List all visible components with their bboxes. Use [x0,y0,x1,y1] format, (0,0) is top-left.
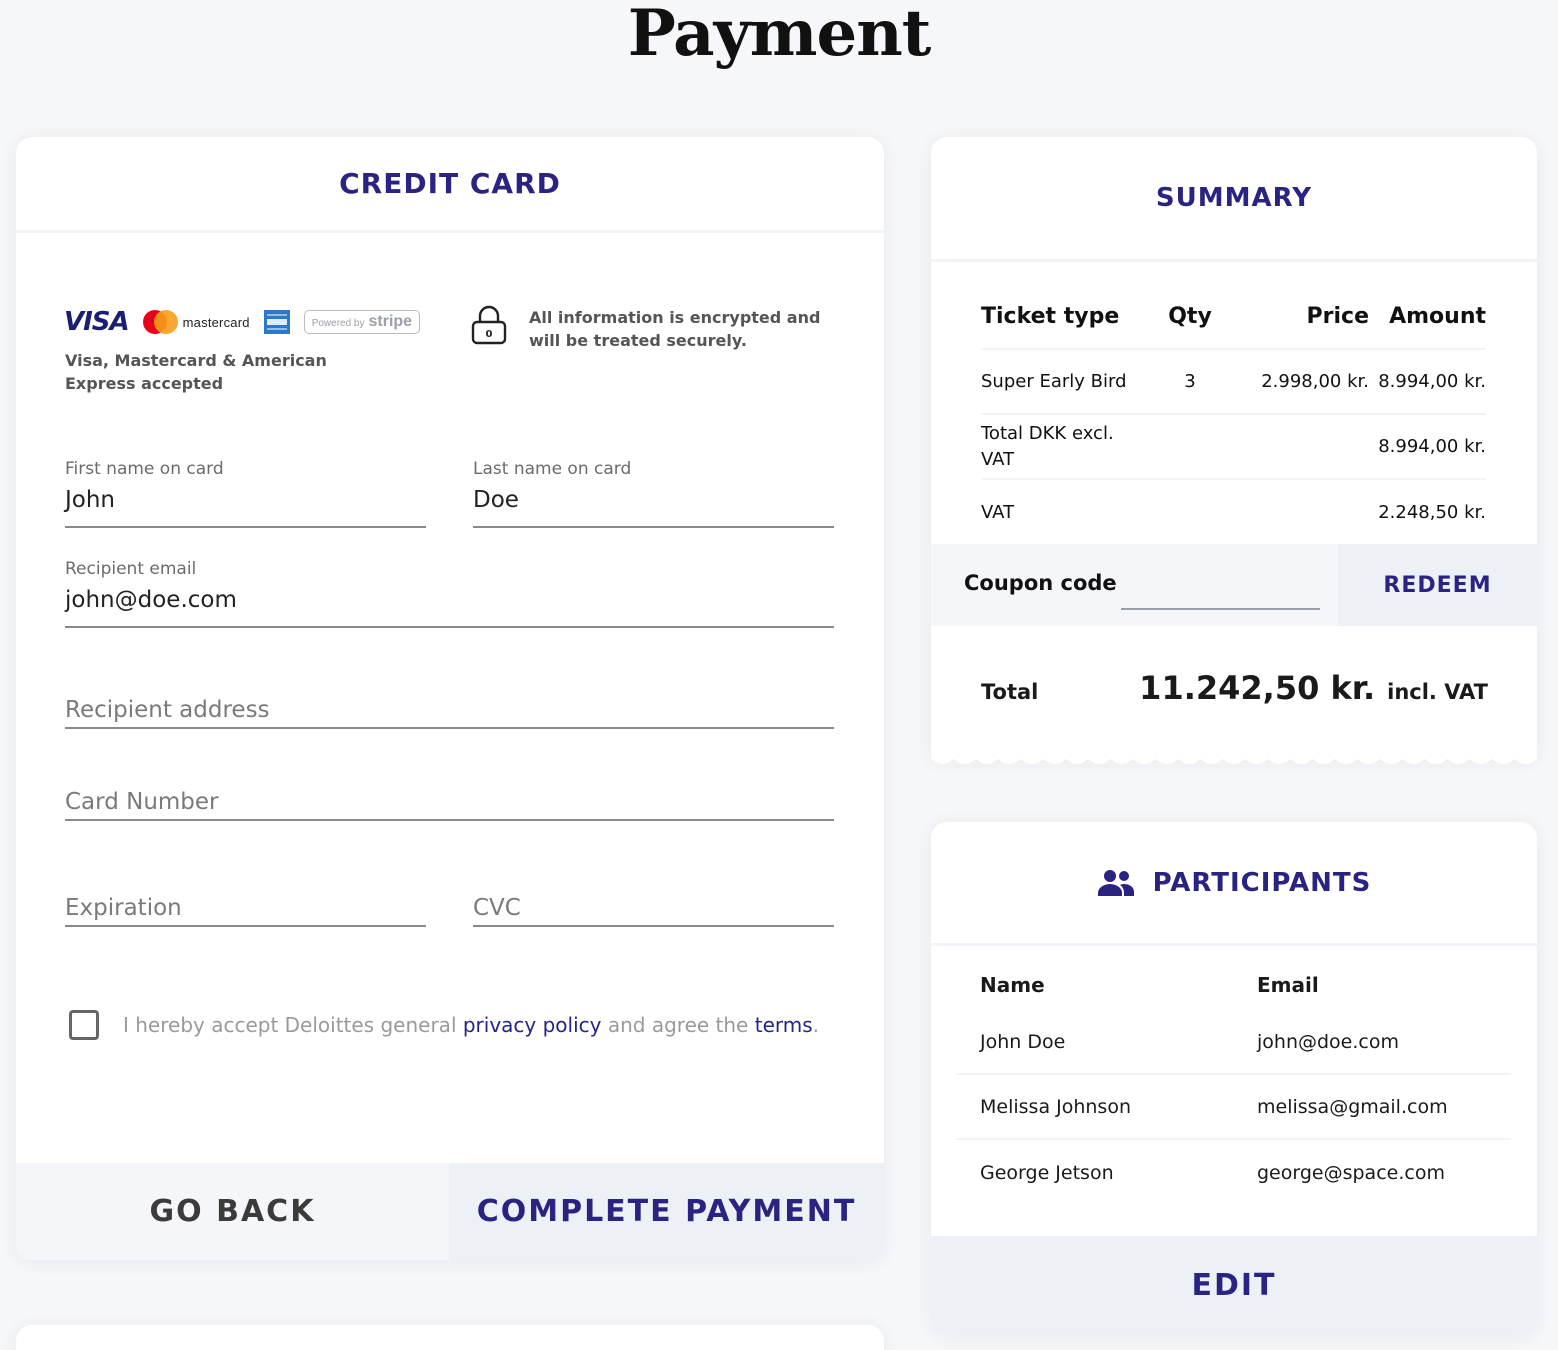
card-number-field[interactable] [65,772,834,821]
summary-table: Ticket type Qty Price Amount Super Early… [981,285,1486,545]
participants-table: Name Email John Doe john@doe.com Melissa… [956,946,1511,1205]
participant-row: George Jetson george@space.com [980,1161,1445,1184]
credit-card-panel: CREDIT CARD VISA mastercard Powered by s… [16,137,884,1260]
participants-heading-text: PARTICIPANTS [1152,867,1372,898]
total-row: Total 11.242,50 kr. incl. VAT [981,669,1488,707]
summary-heading: SUMMARY [931,137,1537,262]
terms-link[interactable]: terms [755,1013,813,1037]
credit-card-heading: CREDIT CARD [16,137,884,233]
terms-text: I hereby accept Deloittes general privac… [123,1013,820,1037]
accepted-cards-text: Visa, Mastercard & American Express acce… [65,351,327,393]
summary-row: Total DKK excl. VAT 8.994,00 kr. [981,415,1486,480]
col-qty: Qty [1168,304,1212,329]
edit-participants-button[interactable]: EDIT [931,1236,1537,1334]
receipt-scallop-edge [931,757,1537,764]
col-name: Name [980,973,1045,997]
privacy-policy-link[interactable]: privacy policy [463,1013,602,1037]
complete-payment-button[interactable]: COMPLETE PAYMENT [449,1163,884,1260]
expiration-field[interactable] [65,877,426,927]
recipient-address-input[interactable] [65,697,834,723]
svg-text:0: 0 [486,329,493,340]
visa-logo-icon: VISA [64,307,130,337]
summary-header-row: Ticket type Qty Price Amount [981,285,1486,350]
col-price: Price [1306,304,1369,329]
col-email: Email [1257,973,1319,997]
participants-heading: PARTICIPANTS [931,822,1537,946]
go-back-button[interactable]: GO BACK [16,1163,449,1260]
mastercard-wordmark: mastercard [182,314,250,330]
coupon-field: Coupon code [931,544,1338,626]
coupon-code-label: Coupon code [964,571,1117,595]
powered-by-stripe-badge: Powered by stripe [303,310,421,334]
mastercard-logo-icon: mastercard [142,310,250,334]
total-unit: incl. VAT [1387,680,1488,704]
recipient-email-value[interactable]: john@doe.com [65,587,237,613]
summary-row: VAT 2.248,50 kr. [981,501,1486,524]
col-ticket-type: Ticket type [981,303,1120,329]
recipient-address-field[interactable] [65,677,834,729]
participants-panel: PARTICIPANTS Name Email John Doe john@do… [931,822,1537,1334]
terms-agreement: I hereby accept Deloittes general privac… [69,1010,819,1040]
total-label: Total [981,680,1039,704]
total-value: 11.242,50 kr. [1139,669,1376,707]
summary-panel: SUMMARY Ticket type Qty Price Amount Sup… [931,137,1537,764]
first-name-field[interactable]: First name on card John [65,455,426,528]
last-name-label: Last name on card [473,459,632,479]
participant-row: John Doe john@doe.com [956,1010,1511,1075]
expiration-input[interactable] [65,895,426,921]
coupon-section: Coupon code REDEEM [931,544,1537,626]
coupon-code-input[interactable] [1121,580,1320,610]
col-amount: Amount [1389,304,1486,329]
security-notice: 0 All information is encrypted and will … [471,305,829,352]
summary-row: Super Early Bird 3 2.998,00 kr. 8.994,00… [981,350,1486,415]
redeem-button[interactable]: REDEEM [1338,544,1537,626]
participants-header-row: Name Email [956,946,1511,1010]
amex-logo-icon [263,310,290,334]
card-brand-logos: VISA mastercard Powered by stripe [64,307,421,337]
people-icon [1097,869,1134,896]
recipient-email-label: Recipient email [65,559,197,579]
recipient-email-field[interactable]: Recipient email john@doe.com [65,555,834,628]
page-title: Payment [627,0,932,71]
payment-actions: GO BACK COMPLETE PAYMENT [16,1163,884,1260]
accept-terms-checkbox[interactable] [69,1010,99,1040]
first-name-label: First name on card [65,459,224,479]
cvc-field[interactable] [473,877,834,927]
participant-row: Melissa Johnson melissa@gmail.com [956,1075,1511,1140]
lock-icon: 0 [471,305,507,345]
cvc-input[interactable] [473,895,834,921]
first-name-value[interactable]: John [65,487,115,513]
last-name-value[interactable]: Doe [473,487,519,513]
last-name-field[interactable]: Last name on card Doe [473,455,834,528]
card-number-input[interactable] [65,789,834,815]
next-section-panel [16,1325,884,1350]
security-notice-text: All information is encrypted and will be… [529,308,821,350]
